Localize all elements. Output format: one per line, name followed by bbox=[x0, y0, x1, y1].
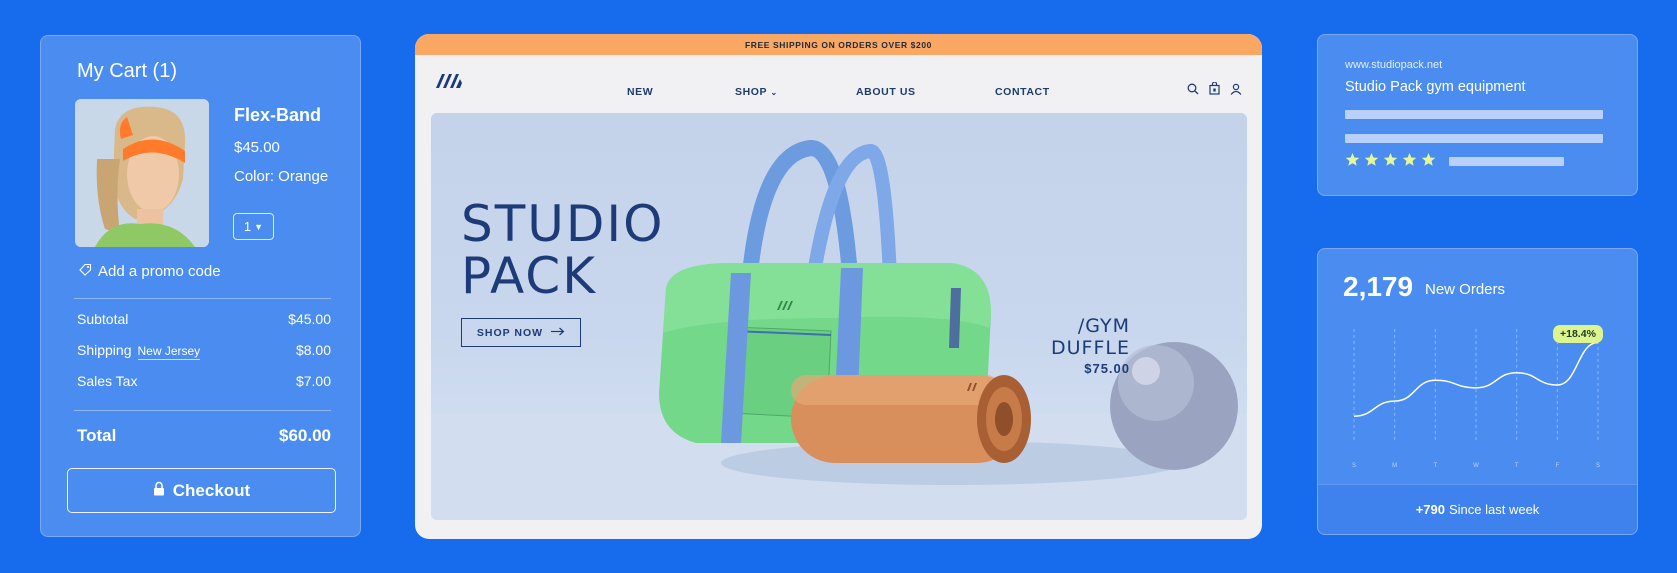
hero-title: STUDIO PACK bbox=[461, 198, 664, 302]
orders-delta: +790 bbox=[1415, 502, 1445, 517]
x-tick-label: S bbox=[1596, 463, 1600, 469]
growth-badge: +18.4% bbox=[1553, 325, 1603, 343]
tax-value: $7.00 bbox=[295, 373, 331, 389]
product-callout-line1: /GYM bbox=[1077, 315, 1130, 337]
hero-title-line1: STUDIO bbox=[461, 195, 665, 253]
chevron-down-icon: ⌄ bbox=[770, 88, 778, 97]
checkout-button[interactable]: Checkout bbox=[67, 468, 336, 513]
promo-code-link[interactable]: Add a promo code bbox=[79, 263, 221, 280]
nav-shop[interactable]: SHOP ⌄ bbox=[735, 86, 778, 98]
orders-footer: +790 Since last week bbox=[1318, 484, 1637, 534]
tax-row: Sales Tax $7.00 bbox=[77, 373, 331, 389]
product-callout-line2: DUFFLE bbox=[1051, 337, 1130, 359]
rating-stars bbox=[1345, 152, 1436, 167]
divider bbox=[74, 410, 331, 411]
star-icon bbox=[1402, 152, 1417, 166]
rating-placeholder-line bbox=[1449, 157, 1564, 166]
total-row: Total $60.00 bbox=[77, 426, 331, 446]
quantity-select[interactable]: 1 ▼ bbox=[233, 213, 274, 240]
subtotal-label: Subtotal bbox=[77, 311, 129, 327]
shopping-bag-icon[interactable] bbox=[1209, 81, 1220, 100]
product-callout-price: $75.00 bbox=[1084, 361, 1130, 376]
x-tick-label: F bbox=[1555, 463, 1559, 469]
nav-shop-label: SHOP bbox=[735, 86, 767, 98]
user-icon[interactable] bbox=[1230, 82, 1242, 100]
orders-line-chart: SMTWTFS bbox=[1352, 329, 1600, 469]
x-tick-label: W bbox=[1473, 463, 1479, 469]
caret-down-icon: ▼ bbox=[254, 221, 264, 232]
promo-label: Add a promo code bbox=[98, 263, 221, 280]
cart-panel: My Cart (1) Flex-Band $45.00 Color: Oran… bbox=[40, 35, 361, 537]
search-result-url[interactable]: www.studiopack.net bbox=[1345, 59, 1442, 71]
shipping-label: Shipping bbox=[77, 342, 132, 358]
nav-new[interactable]: NEW bbox=[627, 86, 653, 98]
x-tick-label: T bbox=[1433, 463, 1437, 469]
search-icon[interactable] bbox=[1187, 82, 1199, 100]
description-placeholder-line bbox=[1345, 134, 1603, 143]
search-result-title[interactable]: Studio Pack gym equipment bbox=[1345, 79, 1526, 95]
product-image[interactable] bbox=[75, 99, 209, 247]
arrow-right-icon bbox=[551, 327, 565, 339]
top-nav: NEW SHOP ⌄ ABOUT US CONTACT bbox=[415, 55, 1262, 111]
shipping-row: Shipping New Jersey $8.00 bbox=[77, 342, 331, 360]
shipping-value: $8.00 bbox=[295, 342, 331, 358]
checkout-label: Checkout bbox=[172, 480, 251, 500]
shop-now-label: SHOP NOW bbox=[476, 326, 544, 339]
x-tick-label: T bbox=[1515, 463, 1519, 469]
product-name[interactable]: Flex-Band bbox=[234, 105, 321, 126]
cart-title: My Cart (1) bbox=[77, 60, 177, 82]
total-value: $60.00 bbox=[279, 426, 331, 445]
subtotal-row: Subtotal $45.00 bbox=[77, 311, 331, 327]
star-icon bbox=[1364, 152, 1379, 166]
star-icon bbox=[1383, 152, 1398, 166]
divider bbox=[74, 298, 331, 299]
x-tick-label: M bbox=[1392, 463, 1397, 469]
search-preview-card: www.studiopack.net Studio Pack gym equip… bbox=[1317, 34, 1638, 196]
shipping-state-link[interactable]: New Jersey bbox=[137, 344, 201, 360]
star-icon bbox=[1345, 152, 1360, 166]
brand-logo[interactable] bbox=[435, 73, 463, 94]
total-label: Total bbox=[77, 426, 117, 445]
x-tick-label: S bbox=[1352, 463, 1356, 469]
tax-label: Sales Tax bbox=[77, 373, 138, 389]
nav-about[interactable]: ABOUT US bbox=[856, 86, 916, 98]
nav-contact[interactable]: CONTACT bbox=[995, 86, 1050, 98]
tag-icon bbox=[79, 263, 92, 280]
promo-banner: FREE SHIPPING ON ORDERS OVER $200 bbox=[415, 34, 1262, 55]
shop-now-button[interactable]: SHOP NOW bbox=[461, 318, 581, 347]
hero-title-line2: PACK bbox=[461, 247, 597, 305]
store-website: FREE SHIPPING ON ORDERS OVER $200 NEW SH… bbox=[415, 34, 1262, 539]
lock-icon bbox=[153, 481, 165, 501]
product-callout[interactable]: /GYM DUFFLE $75.00 bbox=[1051, 315, 1130, 376]
product-price: $45.00 bbox=[234, 139, 280, 156]
description-placeholder-line bbox=[1345, 110, 1603, 119]
hero-banner: STUDIO PACK SHOP NOW /GYM DUFFLE $75.00 bbox=[431, 113, 1247, 520]
quantity-value: 1 bbox=[243, 219, 252, 234]
orders-delta-label: Since last week bbox=[1448, 502, 1540, 517]
nav-icons bbox=[1187, 81, 1242, 100]
subtotal-value: $45.00 bbox=[288, 311, 331, 327]
star-icon bbox=[1421, 152, 1436, 166]
orders-card: 2,179 New Orders SMTWTFS +18.4% +790 Sin… bbox=[1317, 248, 1638, 535]
product-color: Color: Orange bbox=[234, 168, 329, 185]
